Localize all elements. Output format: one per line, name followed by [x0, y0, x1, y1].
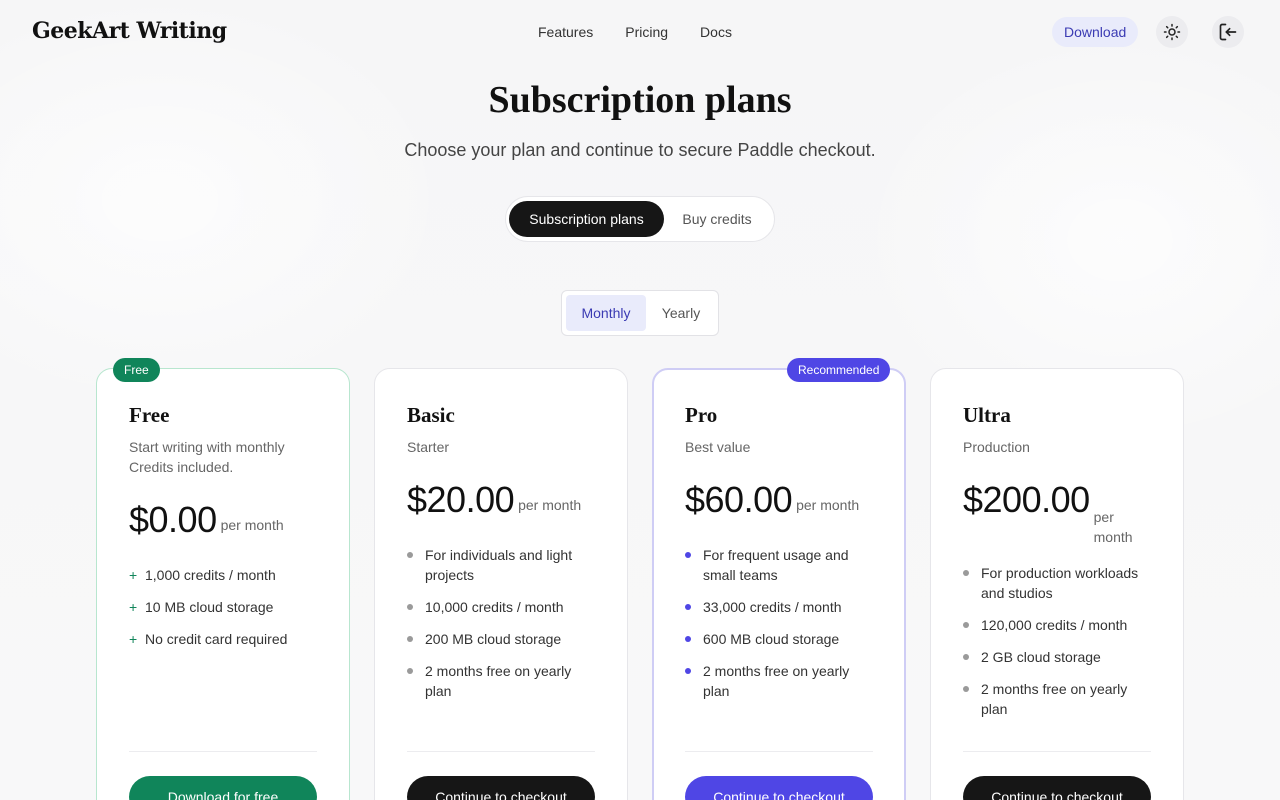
recommended-badge: Recommended: [787, 358, 891, 382]
bullet-icon: [407, 668, 413, 674]
sun-icon: [1163, 23, 1181, 41]
bullet-icon: [685, 552, 691, 558]
feature-item: 200 MB cloud storage: [407, 629, 597, 649]
tab-subscription-plans[interactable]: Subscription plans: [509, 201, 664, 237]
checkout-button-basic[interactable]: Continue to checkout: [407, 776, 595, 800]
plan-name: Basic: [407, 403, 455, 427]
nav-features[interactable]: Features: [530, 22, 601, 42]
plan-card-pro: Pro Best value $60.00 per month For freq…: [652, 368, 906, 800]
feature-item: + No credit card required: [129, 631, 288, 647]
bullet-icon: [963, 654, 969, 660]
page-subtitle: Choose your plan and continue to secure …: [404, 140, 876, 160]
plan-price: $0.00 per month: [129, 499, 284, 541]
feature-list: For production workloads and studios 120…: [963, 563, 1153, 731]
feature-item: 33,000 credits / month: [685, 597, 875, 617]
checkout-button-pro[interactable]: Continue to checkout: [685, 776, 873, 800]
page-title: Subscription plans: [488, 79, 792, 121]
feature-item: For production workloads and studios: [963, 563, 1153, 603]
divider: [685, 751, 873, 752]
price-amount: $60.00: [685, 479, 793, 520]
feature-item: +10 MB cloud storage: [129, 599, 274, 615]
plan-name: Ultra: [963, 403, 1011, 427]
bullet-icon: [963, 570, 969, 576]
divider: [963, 751, 1151, 752]
bullet-icon: [685, 636, 691, 642]
feature-list: For frequent usage and small teams 33,00…: [685, 545, 875, 713]
theme-toggle-button[interactable]: [1156, 16, 1188, 48]
tab-buy-credits[interactable]: Buy credits: [672, 201, 762, 237]
main-nav: Features Pricing Docs: [530, 22, 756, 42]
plan-card-free: Free Start writing with monthly Credits …: [96, 368, 350, 800]
bullet-icon: [407, 604, 413, 610]
plan-name: Pro: [685, 403, 718, 427]
bullet-icon: [963, 686, 969, 692]
price-amount: $0.00: [129, 499, 217, 540]
price-period: per month: [220, 517, 284, 533]
feature-item: For frequent usage and small teams: [685, 545, 875, 585]
top-bar: GeekArt Writing Features Pricing Docs Do…: [0, 0, 1280, 64]
feature-item: 120,000 credits / month: [963, 615, 1153, 635]
feature-item: 600 MB cloud storage: [685, 629, 875, 649]
plus-icon: +: [129, 567, 138, 583]
price-period: per month: [796, 497, 860, 513]
login-button[interactable]: [1212, 16, 1244, 48]
plan-description: Starter: [407, 439, 450, 455]
feature-item: 2 months free on yearly plan: [963, 679, 1153, 719]
plan-description: Best value: [685, 439, 751, 455]
feature-item: +1,000 credits / month: [129, 567, 276, 583]
period-monthly[interactable]: Monthly: [566, 295, 646, 331]
price-amount: $200.00: [963, 479, 1090, 520]
feature-item: 2 months free on yearly plan: [685, 661, 875, 701]
divider: [129, 751, 317, 752]
bullet-icon: [407, 552, 413, 558]
free-badge: Free: [113, 358, 160, 382]
feature-list: For individuals and light projects 10,00…: [407, 545, 597, 713]
nav-docs[interactable]: Docs: [692, 22, 740, 42]
feature-item: For individuals and light projects: [407, 545, 597, 585]
plan-description: Production: [963, 439, 1030, 455]
plus-icon: +: [129, 599, 138, 615]
billing-period-toggle: Monthly Yearly: [561, 290, 719, 336]
plan-type-toggle: Subscription plans Buy credits: [505, 196, 775, 242]
bullet-icon: [685, 668, 691, 674]
price-period: per month: [518, 497, 582, 513]
bullet-icon: [407, 636, 413, 642]
plan-price: $60.00 per month: [685, 479, 859, 521]
feature-list: +1,000 credits / month +10 MB cloud stor…: [129, 565, 319, 661]
price-amount: $20.00: [407, 479, 515, 520]
divider: [407, 751, 595, 752]
feature-item: 2 GB cloud storage: [963, 647, 1153, 667]
plan-price: $20.00 per month: [407, 479, 581, 521]
sign-in-icon: [1219, 23, 1237, 41]
nav-pricing[interactable]: Pricing: [617, 22, 676, 42]
feature-item: 10,000 credits / month: [407, 597, 597, 617]
checkout-button-ultra[interactable]: Continue to checkout: [963, 776, 1151, 800]
bullet-icon: [963, 622, 969, 628]
period-yearly[interactable]: Yearly: [646, 295, 716, 331]
plan-card-ultra: Ultra Production $200.00 per month For p…: [930, 368, 1184, 800]
brand-logo[interactable]: GeekArt Writing: [32, 18, 227, 44]
feature-item: 2 months free on yearly plan: [407, 661, 597, 701]
plan-description: Start writing with monthly Credits inclu…: [129, 439, 285, 475]
plan-name: Free: [129, 403, 170, 427]
download-for-free-button[interactable]: Download for free: [129, 776, 317, 800]
plan-price: $200.00 per month: [963, 479, 1138, 547]
plus-icon: +: [129, 631, 138, 647]
price-period: per month: [1093, 509, 1133, 545]
bullet-icon: [685, 604, 691, 610]
download-button[interactable]: Download: [1052, 17, 1139, 47]
plan-card-basic: Basic Starter $20.00 per month For indiv…: [374, 368, 628, 800]
